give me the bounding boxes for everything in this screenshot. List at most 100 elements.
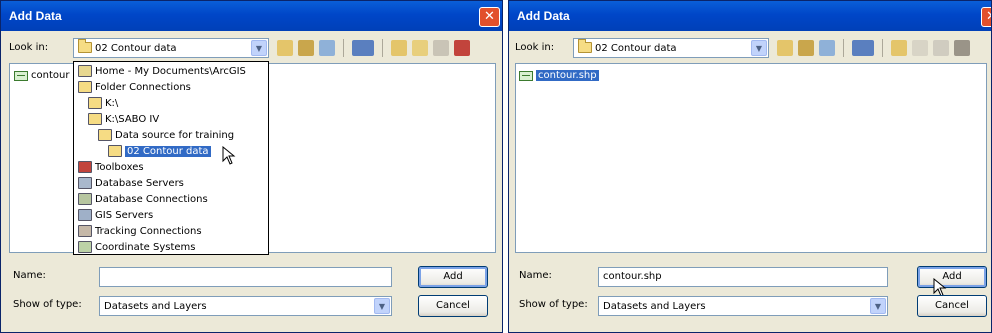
show-of-type-select[interactable]: Datasets and Layers ▼ xyxy=(598,296,888,316)
new-folder-icon[interactable] xyxy=(912,40,928,56)
dropdown-item-label: Database Servers xyxy=(95,177,184,189)
show-of-type-value: Datasets and Layers xyxy=(104,301,207,312)
look-in-dropdown[interactable]: Home - My Documents\ArcGIS Folder Connec… xyxy=(73,61,269,255)
cancel-button[interactable]: Cancel xyxy=(418,295,488,317)
chevron-down-icon[interactable]: ▼ xyxy=(751,40,767,56)
view-menu-icon[interactable] xyxy=(352,40,374,56)
folder-icon xyxy=(88,113,102,125)
file-list[interactable]: contour.shp xyxy=(515,63,987,253)
new-geodatabase-icon[interactable] xyxy=(433,40,449,56)
tracking-connection-icon xyxy=(78,225,92,237)
home-icon[interactable] xyxy=(298,40,314,56)
dropdown-item-label: K:\ xyxy=(105,97,119,109)
show-of-type-select[interactable]: Datasets and Layers ▼ xyxy=(99,296,392,316)
look-in-value: 02 Contour data xyxy=(595,43,677,54)
home-folder-icon xyxy=(78,65,92,77)
dropdown-item-label: Data source for training xyxy=(115,129,235,141)
look-in-combo[interactable]: 02 Contour data ▼ xyxy=(73,38,269,58)
dropdown-item[interactable]: Coordinate Systems xyxy=(78,241,196,253)
dropdown-item[interactable]: K:\SABO IV xyxy=(88,113,159,125)
dropdown-item-label: GIS Servers xyxy=(95,209,154,221)
up-folder-icon[interactable] xyxy=(277,40,293,56)
cancel-button[interactable]: Cancel xyxy=(917,295,987,317)
dropdown-item-selected[interactable]: 02 Contour data xyxy=(108,145,211,157)
up-folder-icon[interactable] xyxy=(777,40,793,56)
new-geodatabase-icon[interactable] xyxy=(933,40,949,56)
folder-icon xyxy=(108,145,122,157)
folder-icon xyxy=(98,129,112,141)
look-in-label: Look in: xyxy=(515,42,555,53)
toolbox-icon[interactable] xyxy=(954,40,970,56)
add-button[interactable]: Add xyxy=(418,266,488,288)
name-input[interactable]: contour.shp xyxy=(598,267,888,287)
list-item-selected[interactable]: contour.shp xyxy=(519,70,599,81)
look-in-combo[interactable]: 02 Contour data ▼ xyxy=(573,38,769,58)
dropdown-item[interactable]: Tracking Connections xyxy=(78,225,202,237)
show-of-type-value: Datasets and Layers xyxy=(603,301,706,312)
toolbar xyxy=(277,39,470,57)
title-bar[interactable]: Add Data ✕ xyxy=(1,1,502,31)
dropdown-item[interactable]: Folder Connections xyxy=(78,81,191,93)
dropdown-item-label: Home - My Documents\ArcGIS xyxy=(95,65,246,77)
show-of-type-label: Show of type: xyxy=(13,299,82,310)
dropdown-item-label: Toolboxes xyxy=(95,161,144,173)
view-menu-icon[interactable] xyxy=(852,40,874,56)
folder-connections-icon xyxy=(78,81,92,93)
dropdown-item-label: K:\SABO IV xyxy=(105,113,160,125)
coordinate-system-icon xyxy=(78,241,92,253)
dropdown-item[interactable]: GIS Servers xyxy=(78,209,153,221)
folder-icon xyxy=(88,97,102,109)
dropdown-item-label: 02 Contour data xyxy=(125,145,211,157)
look-in-label: Look in: xyxy=(9,42,49,53)
title-bar[interactable]: Add Data ✕ xyxy=(509,1,991,31)
toolbar-separator xyxy=(843,39,844,57)
toolbar-separator xyxy=(343,39,344,57)
mouse-cursor-icon xyxy=(222,146,236,165)
look-in-value: 02 Contour data xyxy=(95,43,177,54)
catalog-icon[interactable] xyxy=(319,40,335,56)
add-button[interactable]: Add xyxy=(917,266,987,288)
dropdown-item-label: Folder Connections xyxy=(95,81,191,93)
shapefile-icon xyxy=(14,70,28,81)
add-data-dialog-left: Add Data ✕ Look in: 02 Contour data ▼ co… xyxy=(0,0,503,333)
folder-icon xyxy=(578,39,592,53)
connect-folder-icon[interactable] xyxy=(891,40,907,56)
chevron-down-icon[interactable]: ▼ xyxy=(251,40,267,56)
name-label: Name: xyxy=(13,270,46,281)
catalog-icon[interactable] xyxy=(819,40,835,56)
database-server-icon xyxy=(78,177,92,189)
dropdown-item-label: Database Connections xyxy=(95,193,208,205)
dropdown-item-label: Coordinate Systems xyxy=(95,241,196,253)
dropdown-item[interactable]: Database Connections xyxy=(78,193,208,205)
list-item-label: contour.shp xyxy=(536,70,599,81)
list-item-label: contour xyxy=(31,70,70,81)
show-of-type-label: Show of type: xyxy=(519,299,588,310)
toolbar-separator xyxy=(882,39,883,57)
toolbox-icon[interactable] xyxy=(454,40,470,56)
connect-folder-icon[interactable] xyxy=(391,40,407,56)
dropdown-item[interactable]: Database Servers xyxy=(78,177,184,189)
add-data-dialog-right: Add Data ✕ Look in: 02 Contour data ▼ co… xyxy=(508,0,992,333)
close-icon[interactable]: ✕ xyxy=(479,7,500,27)
dropdown-item[interactable]: K:\ xyxy=(88,97,118,109)
dialog-title: Add Data xyxy=(517,9,570,23)
folder-icon xyxy=(78,39,92,53)
close-icon[interactable]: ✕ xyxy=(981,7,991,27)
toolbar xyxy=(777,39,970,57)
home-icon[interactable] xyxy=(798,40,814,56)
dropdown-item[interactable]: Home - My Documents\ArcGIS xyxy=(78,65,246,77)
dropdown-item[interactable]: Data source for training xyxy=(98,129,234,141)
toolbox-icon xyxy=(78,161,92,173)
chevron-down-icon[interactable]: ▼ xyxy=(374,298,390,314)
name-label: Name: xyxy=(519,270,552,281)
database-connection-icon xyxy=(78,193,92,205)
new-folder-icon[interactable] xyxy=(412,40,428,56)
shapefile-icon xyxy=(519,70,533,81)
list-item[interactable]: contour xyxy=(14,70,69,81)
gis-server-icon xyxy=(78,209,92,221)
name-input[interactable] xyxy=(99,267,392,287)
dialog-title: Add Data xyxy=(9,9,62,23)
dropdown-item[interactable]: Toolboxes xyxy=(78,161,144,173)
chevron-down-icon[interactable]: ▼ xyxy=(870,298,886,314)
dropdown-item-label: Tracking Connections xyxy=(95,225,202,237)
